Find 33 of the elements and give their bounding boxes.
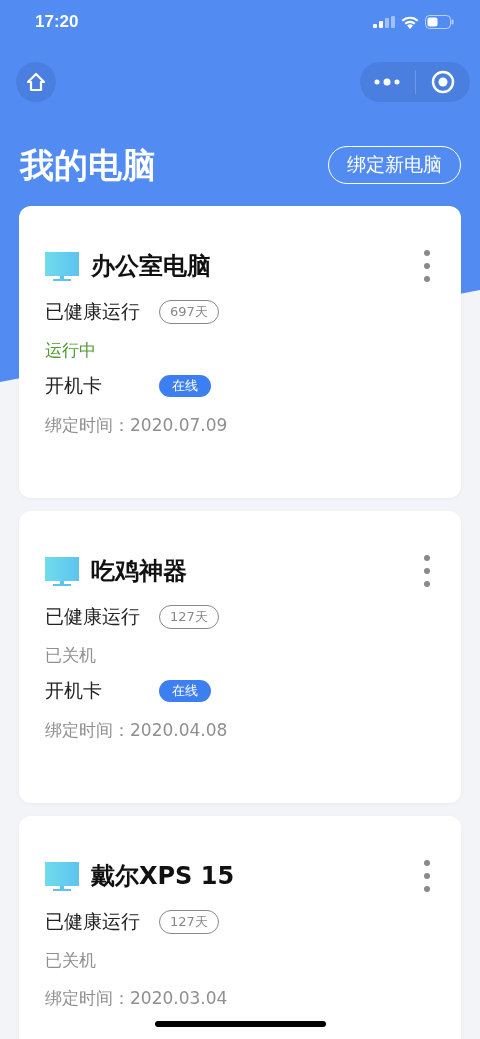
wifi-icon <box>401 15 419 29</box>
online-badge: 在线 <box>159 680 211 702</box>
bind-time: 绑定时间：2020.03.04 <box>45 987 229 1010</box>
online-badge: 在线 <box>159 375 211 397</box>
page-title: 我的电脑 <box>20 145 156 185</box>
power-status: 已关机 <box>45 949 97 972</box>
power-status: 运行中 <box>45 339 97 362</box>
boot-card-label: 开机卡 <box>45 373 103 398</box>
computer-name: 戴尔XPS 15 <box>91 861 236 892</box>
battery-icon <box>425 15 454 29</box>
monitor-icon <box>45 251 79 281</box>
bind-time: 绑定时间：2020.04.08 <box>45 719 229 742</box>
vertical-dots-icon <box>423 250 431 282</box>
boot-card-label: 开机卡 <box>45 678 103 703</box>
power-status: 已关机 <box>45 644 97 667</box>
monitor-icon <box>45 556 79 586</box>
bind-time: 绑定时间：2020.07.09 <box>45 414 229 437</box>
clock-time: 17:20 <box>35 12 79 32</box>
computer-card[interactable]: 办公室电脑 已健康运行 697天 运行中 开机卡 在线 绑定时间：2020.07.09 <box>19 206 461 498</box>
vertical-dots-icon <box>423 555 431 587</box>
vertical-dots-icon <box>423 860 431 892</box>
health-label: 已健康运行 <box>45 604 141 629</box>
health-label: 已健康运行 <box>45 909 141 934</box>
home-icon <box>26 72 46 92</box>
health-label: 已健康运行 <box>45 299 141 324</box>
computer-card[interactable]: 戴尔XPS 15 已健康运行 127天 已关机 绑定时间：2020.03.04 <box>19 816 461 1039</box>
more-icon <box>374 78 401 86</box>
target-icon <box>430 70 455 94</box>
computer-card[interactable]: 吃鸡神器 已健康运行 127天 已关机 开机卡 在线 绑定时间：2020.04.08 <box>19 511 461 803</box>
computer-name: 吃鸡神器 <box>91 556 188 587</box>
monitor-icon <box>45 861 79 891</box>
computer-name: 办公室电脑 <box>91 251 212 282</box>
signal-icon <box>373 16 395 28</box>
